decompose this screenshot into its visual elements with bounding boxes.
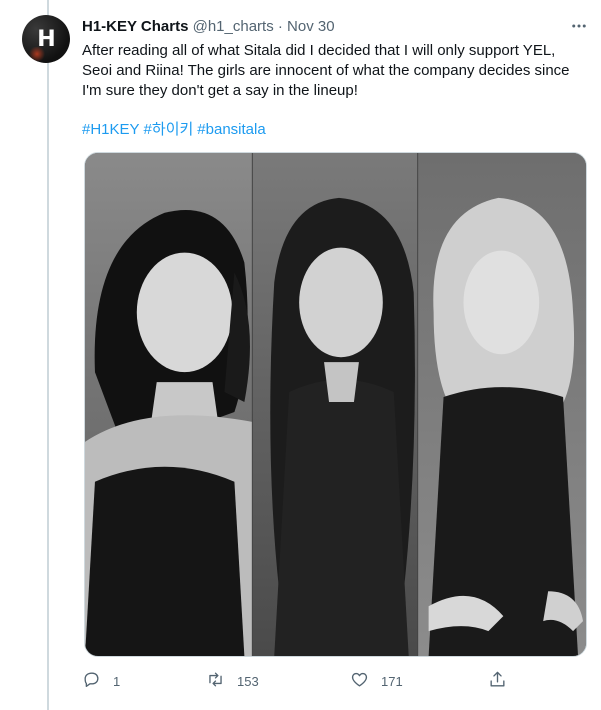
share-button[interactable] xyxy=(488,667,507,695)
reply-icon xyxy=(82,670,101,692)
tweet-header: H1-KEY Charts @h1_charts · Nov 30 xyxy=(82,17,335,37)
hashtag-link[interactable]: #H1KEY xyxy=(82,121,140,138)
like-button[interactable]: 171 xyxy=(350,667,403,695)
avatar-glow xyxy=(28,47,46,61)
separator-dot: · xyxy=(277,18,283,35)
hashtags: #H1KEY #하이키 #bansitala xyxy=(82,120,270,140)
hashtag-link[interactable]: #bansitala xyxy=(197,121,265,138)
tweet-photo[interactable] xyxy=(84,152,587,657)
like-count: 171 xyxy=(381,673,403,689)
action-bar: 1 153 171 xyxy=(76,667,516,695)
hashtag-link[interactable]: #하이키 xyxy=(144,121,194,138)
avatar[interactable]: H xyxy=(22,15,70,63)
tweet-text: After reading all of what Sitala did I d… xyxy=(82,41,582,101)
heart-icon xyxy=(350,670,369,692)
retweet-button[interactable]: 153 xyxy=(206,667,259,695)
reply-count: 1 xyxy=(113,673,121,689)
tweet-text-line: I'm sure they don't get a say in the lin… xyxy=(82,82,358,99)
retweet-icon xyxy=(206,670,225,692)
tweet-text-line: Seoi and Riina! The girls are innocent o… xyxy=(82,62,570,79)
share-icon xyxy=(488,670,507,692)
timestamp[interactable]: Nov 30 xyxy=(287,18,335,35)
tweet[interactable]: H H1-KEY Charts @h1_charts · Nov 30 Afte… xyxy=(0,0,601,710)
reply-button[interactable]: 1 xyxy=(82,667,120,695)
user-handle[interactable]: @h1_charts xyxy=(193,18,274,35)
retweet-count: 153 xyxy=(237,673,259,689)
tweet-text-line: After reading all of what Sitala did I d… xyxy=(82,42,556,59)
display-name[interactable]: H1-KEY Charts xyxy=(82,18,188,35)
more-options-icon[interactable] xyxy=(567,14,591,38)
